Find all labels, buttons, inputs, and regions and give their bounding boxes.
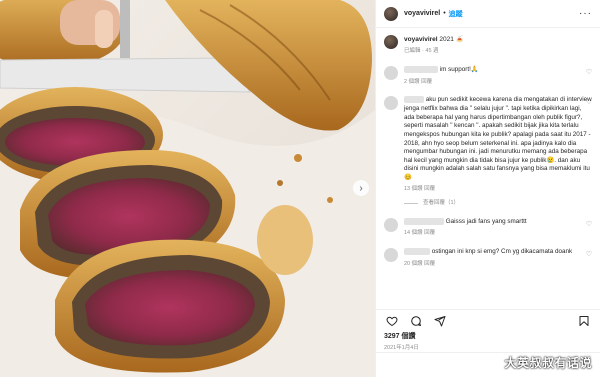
heart-icon[interactable]	[384, 313, 400, 329]
comment-avatar[interactable]	[384, 66, 398, 80]
redacted-username	[404, 248, 430, 256]
caption-text: 2021 🍝	[439, 36, 464, 43]
next-image-arrow-icon[interactable]: ›	[353, 180, 369, 196]
comment-avatar[interactable]	[384, 248, 398, 263]
redacted-username	[404, 66, 438, 73]
comment-text: ostingan ini knp si emg? Cm yg dikacamat…	[431, 248, 573, 256]
comment-avatar[interactable]	[384, 96, 398, 111]
post-date: 2021年1月4日	[384, 345, 419, 351]
caption: voyavivirel 2021 🍝 已編輯 · 45 週	[384, 35, 592, 56]
comment-item: ostingan ini knp si emg? Cm yg dikacamat…	[384, 248, 592, 268]
comment-item: Gaisss jadi fans yang smarttt 14 個讚 回覆 ♡	[384, 217, 592, 238]
view-replies-label[interactable]: 查看回覆（1）	[423, 199, 459, 208]
caption-username[interactable]: voyavivirel	[404, 36, 438, 43]
comment-like-heart-icon[interactable]: ♡	[586, 220, 592, 228]
caption-meta: 已編輯 · 45 週	[404, 48, 439, 54]
comment-like-heart-icon[interactable]: ♡	[586, 68, 592, 76]
comment-like-heart-icon[interactable]: ♡	[586, 98, 592, 106]
post-header: voyavivirel • 追蹤 ···	[376, 0, 600, 28]
caption-avatar[interactable]	[384, 35, 398, 49]
comment-meta[interactable]: 14 個讚 回覆	[404, 229, 592, 238]
follow-button[interactable]: 追蹤	[449, 9, 463, 19]
separator-dot: •	[443, 10, 446, 17]
comment-text: aku pun sedikit kecewa karena dia mengat…	[404, 96, 592, 181]
post-photo[interactable]: ›	[0, 0, 375, 377]
comment-meta[interactable]: 2 個讚 回覆	[404, 78, 592, 87]
comments-panel: voyavivirel • 追蹤 ··· voyavivirel 2021 🍝 …	[375, 0, 600, 377]
comment-text: im support!🙏	[439, 66, 479, 74]
beef-wellington-image	[0, 0, 375, 377]
more-options-icon[interactable]: ···	[579, 8, 592, 19]
comment-item: aku pun sedikit kecewa karena dia mengat…	[384, 96, 592, 207]
comment-like-heart-icon[interactable]: ♡	[586, 250, 592, 258]
replies-divider	[404, 202, 418, 204]
comment-item: im support!🙏 2 個讚 回覆 ♡	[384, 66, 592, 86]
comment-meta[interactable]: 20 個讚 回覆	[404, 260, 592, 269]
watermark-text: 大英叔叔有话说	[504, 356, 592, 370]
header-username[interactable]: voyavivirel	[404, 10, 440, 17]
comment-avatar[interactable]	[384, 217, 398, 232]
comment-meta[interactable]: 13 個讚 回覆	[404, 185, 592, 194]
comment-icon[interactable]	[408, 313, 424, 329]
action-bar	[376, 309, 600, 331]
bookmark-icon[interactable]	[576, 313, 592, 329]
redacted-username	[404, 96, 424, 104]
like-count[interactable]: 3297 個讚	[384, 331, 416, 341]
comment-text: Gaisss jadi fans yang smarttt	[445, 217, 527, 225]
view-replies[interactable]: 查看回覆（1）	[404, 199, 592, 208]
avatar[interactable]	[384, 6, 398, 21]
redacted-username	[404, 217, 444, 225]
comments-list[interactable]: voyavivirel 2021 🍝 已編輯 · 45 週 im support…	[376, 29, 600, 309]
share-icon[interactable]	[432, 313, 448, 329]
